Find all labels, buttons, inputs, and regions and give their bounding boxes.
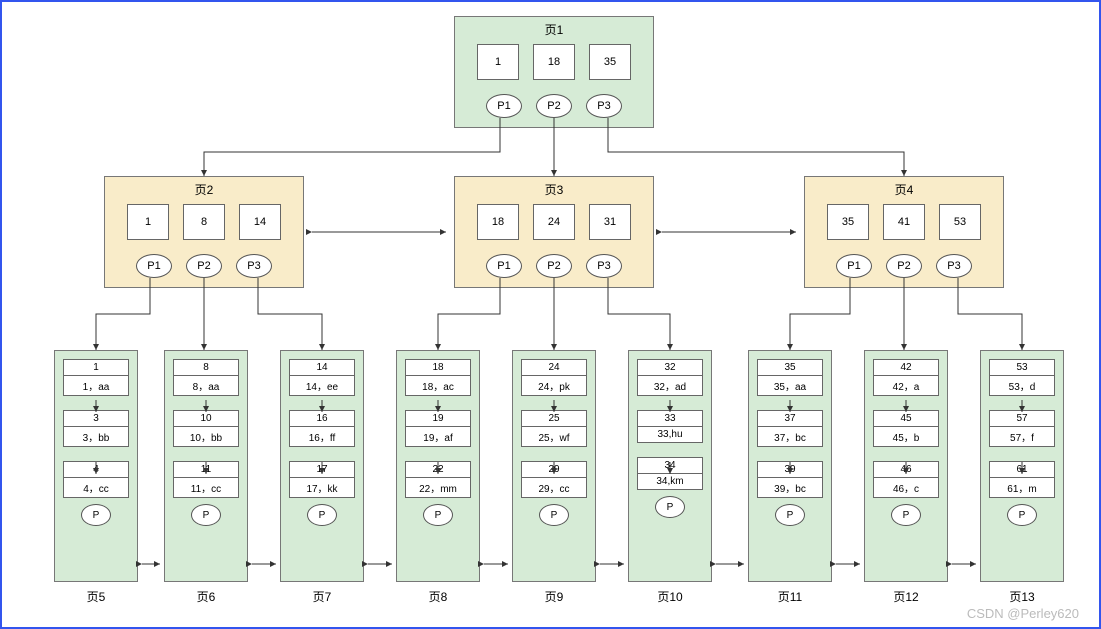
mid0-key-2: 14 [239, 204, 281, 240]
root-ptr-2: P3 [586, 94, 622, 118]
mid-node-0: 页2 1 8 14 P1 P2 P3 [104, 176, 304, 288]
leaf0-ptr: P [81, 504, 111, 526]
mid1-key-0: 18 [477, 204, 519, 240]
mid2-key-0: 35 [827, 204, 869, 240]
leaf4-ptr: P [539, 504, 569, 526]
leaf2-record-1: 1616，ff [289, 410, 355, 447]
leaf6-record-1: 3737，bc [757, 410, 823, 447]
leaf-label-6: 页11 [748, 588, 832, 605]
leaf7-record-2: 4646，c [873, 461, 939, 498]
leaf3-record-2: 2222，mm [405, 461, 471, 498]
leaf5-record-2: 3434,km [637, 457, 703, 490]
leaf8-record-0: 5353，d [989, 359, 1055, 396]
leaf-1: 88，aa 1010，bb 1111，cc P [164, 350, 248, 582]
mid0-ptr-0: P1 [136, 254, 172, 278]
leaf6-record-2: 3939，bc [757, 461, 823, 498]
root-node: 页1 1 18 35 P1 P2 P3 [454, 16, 654, 128]
leaf-label-0: 页5 [54, 588, 138, 605]
leaf8-record-2: 6161，m [989, 461, 1055, 498]
mid2-ptr-0: P1 [836, 254, 872, 278]
mid1-ptr-2: P3 [586, 254, 622, 278]
leaf5-record-1: 3333,hu [637, 410, 703, 443]
leaf6-ptr: P [775, 504, 805, 526]
leaf-2: 1414，ee 1616，ff 1717，kk P [280, 350, 364, 582]
root-key-1: 18 [533, 44, 575, 80]
leaf7-record-0: 4242，a [873, 359, 939, 396]
mid1-ptr-0: P1 [486, 254, 522, 278]
diagram-canvas: { "watermark": "CSDN @Perley620", "root"… [0, 0, 1101, 629]
leaf-label-4: 页9 [512, 588, 596, 605]
mid0-key-1: 8 [183, 204, 225, 240]
mid2-key-1: 41 [883, 204, 925, 240]
mid1-key-2: 31 [589, 204, 631, 240]
leaf-3: 1818，ac 1919，af 2222，mm P [396, 350, 480, 582]
leaf2-ptr: P [307, 504, 337, 526]
mid0-ptr-2: P3 [236, 254, 272, 278]
leaf-5: 3232，ad 3333,hu 3434,km P [628, 350, 712, 582]
leaf-0: 11，aa 33，bb 44，cc P [54, 350, 138, 582]
leaf4-record-0: 2424，pk [521, 359, 587, 396]
leaf4-record-1: 2525，wf [521, 410, 587, 447]
mid2-key-2: 53 [939, 204, 981, 240]
leaf1-record-1: 1010，bb [173, 410, 239, 447]
leaf5-ptr: P [655, 496, 685, 518]
leaf3-ptr: P [423, 504, 453, 526]
leaf2-record-0: 1414，ee [289, 359, 355, 396]
leaf6-record-0: 3535，aa [757, 359, 823, 396]
mid-node-1: 页3 18 24 31 P1 P2 P3 [454, 176, 654, 288]
leaf-4: 2424，pk 2525，wf 2929，cc P [512, 350, 596, 582]
leaf-label-1: 页6 [164, 588, 248, 605]
leaf4-record-2: 2929，cc [521, 461, 587, 498]
leaf3-record-1: 1919，af [405, 410, 471, 447]
leaf7-ptr: P [891, 504, 921, 526]
leaf-8: 5353，d 5757，f 6161，m P [980, 350, 1064, 582]
root-ptr-0: P1 [486, 94, 522, 118]
watermark: CSDN @Perley620 [967, 606, 1079, 621]
leaf1-ptr: P [191, 504, 221, 526]
mid2-title: 页4 [805, 181, 1003, 198]
leaf0-record-0: 11，aa [63, 359, 129, 396]
leaf-6: 3535，aa 3737，bc 3939，bc P [748, 350, 832, 582]
leaf-label-8: 页13 [980, 588, 1064, 605]
mid0-ptr-1: P2 [186, 254, 222, 278]
mid2-ptr-2: P3 [936, 254, 972, 278]
leaf5-record-0: 3232，ad [637, 359, 703, 396]
root-title: 页1 [455, 21, 653, 38]
leaf-7: 4242，a 4545，b 4646，c P [864, 350, 948, 582]
leaf1-record-0: 88，aa [173, 359, 239, 396]
leaf8-ptr: P [1007, 504, 1037, 526]
root-ptr-1: P2 [536, 94, 572, 118]
leaf-label-5: 页10 [628, 588, 712, 605]
mid1-key-1: 24 [533, 204, 575, 240]
leaf1-record-2: 1111，cc [173, 461, 239, 498]
leaf3-record-0: 1818，ac [405, 359, 471, 396]
leaf0-record-2: 44，cc [63, 461, 129, 498]
mid-node-2: 页4 35 41 53 P1 P2 P3 [804, 176, 1004, 288]
root-key-2: 35 [589, 44, 631, 80]
mid2-ptr-1: P2 [886, 254, 922, 278]
root-key-0: 1 [477, 44, 519, 80]
mid1-ptr-1: P2 [536, 254, 572, 278]
mid0-key-0: 1 [127, 204, 169, 240]
leaf2-record-2: 1717，kk [289, 461, 355, 498]
leaf0-record-1: 33，bb [63, 410, 129, 447]
leaf-label-3: 页8 [396, 588, 480, 605]
leaf8-record-1: 5757，f [989, 410, 1055, 447]
leaf-label-2: 页7 [280, 588, 364, 605]
mid0-title: 页2 [105, 181, 303, 198]
leaf-label-7: 页12 [864, 588, 948, 605]
mid1-title: 页3 [455, 181, 653, 198]
leaf7-record-1: 4545，b [873, 410, 939, 447]
